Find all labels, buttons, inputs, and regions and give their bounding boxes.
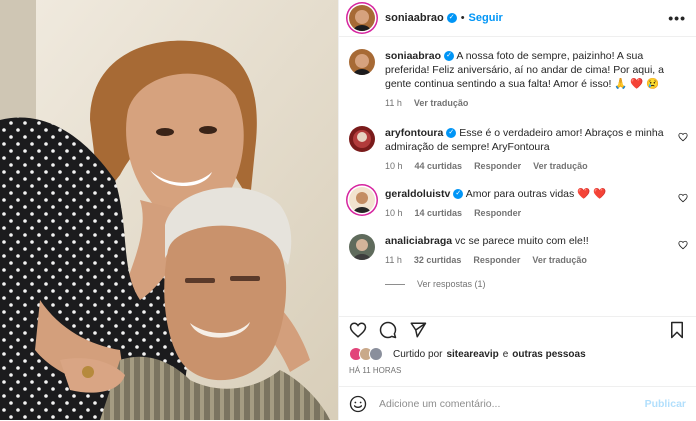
post-timestamp[interactable]: HÁ 11 HORAS <box>349 366 401 375</box>
comment-meta: 10 h 44 curtidas Responder Ver tradução <box>385 159 664 173</box>
view-replies[interactable]: Ver respostas (1) <box>385 279 696 289</box>
view-replies-label[interactable]: Ver respostas (1) <box>417 279 486 289</box>
liked-by-and: e <box>502 348 509 360</box>
caption-time: 11 h <box>385 98 402 108</box>
translate-link[interactable]: Ver tradução <box>533 159 588 173</box>
post-photo[interactable] <box>0 0 338 420</box>
comment-likes[interactable]: 32 curtidas <box>414 253 462 267</box>
liker-avatar <box>369 347 383 361</box>
caption-author-avatar[interactable] <box>349 49 375 75</box>
post-side-panel: soniaabrao ✓ • Seguir ••• soniaabrao ✓ A … <box>338 0 696 420</box>
liker-avatars[interactable] <box>349 347 383 361</box>
caption-translate-link[interactable]: Ver tradução <box>414 96 469 110</box>
comment-text: Amor para outras vidas ❤️ ❤️ <box>465 188 607 200</box>
comment-avatar[interactable] <box>349 187 375 213</box>
comment-text: vc se parece muito com ele!! <box>455 235 589 247</box>
caption-body: soniaabrao ✓ A nossa foto de sempre, paiz… <box>385 49 686 110</box>
like-comment-heart-icon[interactable] <box>678 240 688 250</box>
reply-button[interactable]: Responder <box>474 159 521 173</box>
comment-username[interactable]: aryfontoura <box>385 127 443 139</box>
comment-body: analiciabraga vc se parece muito com ele… <box>385 234 686 267</box>
verified-badge-icon: ✓ <box>453 189 464 200</box>
comment-bubble-icon[interactable] <box>379 321 397 339</box>
author-avatar[interactable] <box>349 5 375 31</box>
save-bookmark-icon[interactable] <box>668 321 686 339</box>
reply-button[interactable]: Responder <box>474 206 521 220</box>
reply-button[interactable]: Responder <box>473 253 520 267</box>
liked-by: Curtido por siteareavip e outras pessoas <box>349 347 686 361</box>
emoji-smiley-icon[interactable] <box>349 395 367 413</box>
comment-body: geraldoluistv ✓ Amor para outras vidas ❤️… <box>385 187 686 220</box>
comment-avatar[interactable] <box>349 234 375 260</box>
verified-badge-icon: ✓ <box>446 128 457 139</box>
comment-avatar[interactable] <box>349 126 375 152</box>
like-heart-icon[interactable] <box>349 321 367 339</box>
verified-badge-icon: ✓ <box>446 13 457 23</box>
comment-time: 11 h <box>385 255 402 265</box>
more-options-icon[interactable]: ••• <box>668 10 686 26</box>
instagram-post: soniaabrao ✓ • Seguir ••• soniaabrao ✓ A … <box>0 0 696 420</box>
verified-badge-icon: ✓ <box>444 51 455 62</box>
liked-by-prefix: Curtido por <box>393 348 443 360</box>
caption-username[interactable]: soniaabrao <box>385 50 441 62</box>
comment-item: analiciabraga vc se parece muito com ele… <box>339 220 696 267</box>
comment-likes[interactable]: 14 curtidas <box>415 206 463 220</box>
comment-likes[interactable]: 44 curtidas <box>415 159 463 173</box>
liked-by-others[interactable]: outras pessoas <box>512 349 585 360</box>
caption-meta: 11 h Ver tradução <box>385 96 664 110</box>
translate-link[interactable]: Ver tradução <box>532 253 587 267</box>
comment-time: 10 h <box>385 161 403 171</box>
comment-username[interactable]: analiciabraga <box>385 235 452 247</box>
comment-time: 10 h <box>385 208 403 218</box>
caption: soniaabrao ✓ A nossa foto de sempre, paiz… <box>339 37 696 110</box>
comments-list[interactable]: soniaabrao ✓ A nossa foto de sempre, paiz… <box>339 37 696 312</box>
like-comment-heart-icon[interactable] <box>678 193 688 203</box>
comment-item: aryfontoura ✓ Esse é o verdadeiro amor! A… <box>339 110 696 173</box>
publish-button[interactable]: Publicar <box>645 398 686 410</box>
comment-item: geraldoluistv ✓ Amor para outras vidas ❤️… <box>339 173 696 220</box>
share-send-icon[interactable] <box>409 321 427 339</box>
view-replies-line <box>385 283 405 285</box>
post-header: soniaabrao ✓ • Seguir ••• <box>339 0 696 37</box>
comment-meta: 10 h 14 curtidas Responder <box>385 206 664 220</box>
post-actions <box>339 316 696 343</box>
comment-composer: Publicar <box>339 386 696 421</box>
like-comment-heart-icon[interactable] <box>678 132 688 142</box>
separator-dot: • <box>460 12 465 24</box>
comment-username[interactable]: geraldoluistv <box>385 188 450 200</box>
comment-body: aryfontoura ✓ Esse é o verdadeiro amor! A… <box>385 126 686 173</box>
follow-button[interactable]: Seguir <box>469 12 503 24</box>
comment-input[interactable] <box>377 397 645 411</box>
comment-meta: 11 h 32 curtidas Responder Ver tradução <box>385 253 664 267</box>
author-username[interactable]: soniaabrao <box>385 12 444 24</box>
liked-by-user[interactable]: siteareavip <box>446 349 498 360</box>
photo-illustration <box>0 0 338 420</box>
